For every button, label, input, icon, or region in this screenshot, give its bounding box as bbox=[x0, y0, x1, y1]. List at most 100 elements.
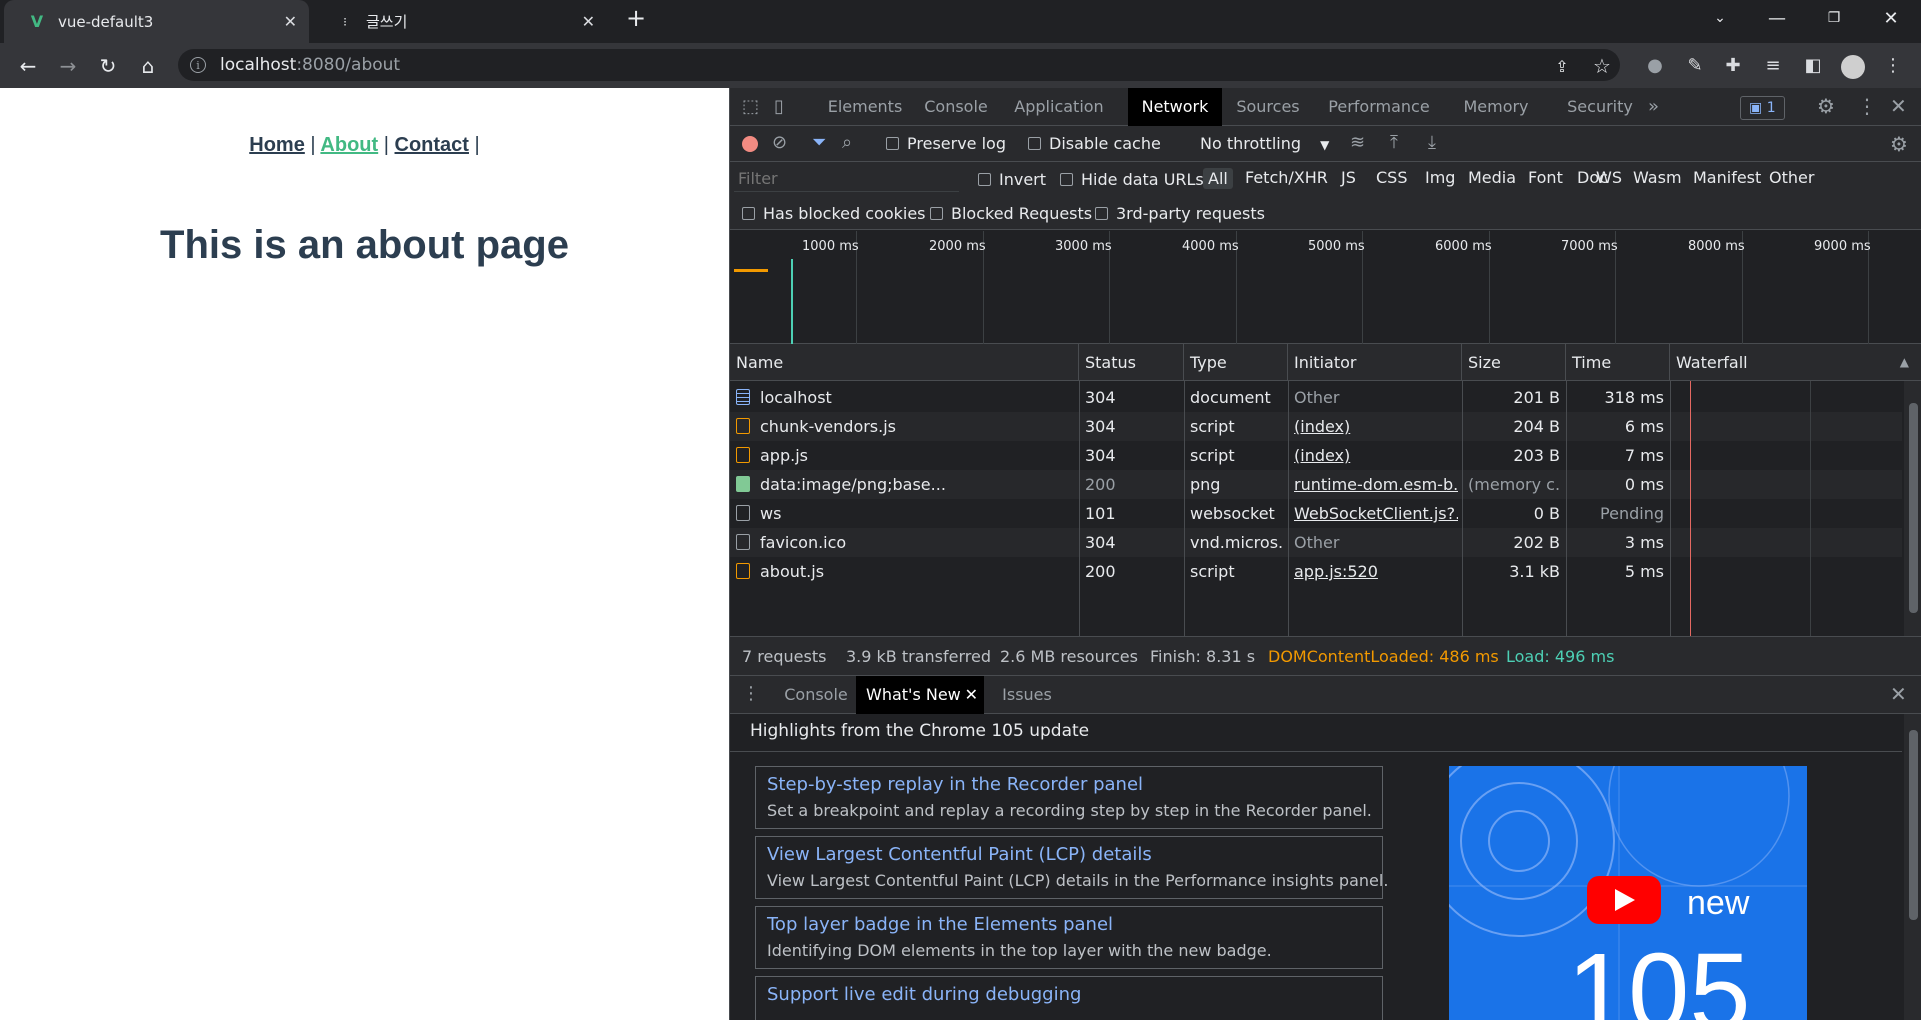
cell-initiator[interactable]: Other bbox=[1294, 383, 1458, 412]
close-tab-icon[interactable]: ✕ bbox=[284, 12, 297, 31]
type-filter-manifest[interactable]: Manifest bbox=[1693, 168, 1761, 187]
extension-icon[interactable]: ● bbox=[1642, 55, 1668, 76]
media-control-icon[interactable]: ≡ bbox=[1760, 55, 1786, 76]
tab-security[interactable]: Security bbox=[1548, 88, 1652, 126]
type-filter-css[interactable]: CSS bbox=[1376, 168, 1407, 187]
cell-initiator[interactable]: Other bbox=[1294, 528, 1458, 557]
table-row[interactable]: chunk-vendors.js 304 script (index) 204 B 6 m… bbox=[730, 412, 1902, 441]
col-header-status[interactable]: Status bbox=[1079, 344, 1184, 381]
drawer-menu-icon[interactable]: ⋮ bbox=[742, 683, 760, 704]
tab-network[interactable]: Network bbox=[1128, 88, 1222, 126]
table-row[interactable]: about.js 200 script app.js:520 3.1 kB 5 ms bbox=[730, 557, 1902, 586]
network-overview-timeline[interactable]: 1000 ms 2000 ms 3000 ms 4000 ms 5000 ms … bbox=[730, 231, 1921, 344]
reload-button[interactable]: ↻ bbox=[94, 52, 122, 80]
nav-home-link[interactable]: Home bbox=[249, 134, 305, 156]
col-header-size[interactable]: Size bbox=[1462, 344, 1566, 381]
drawer-tab-console[interactable]: Console bbox=[770, 676, 862, 714]
col-header-type[interactable]: Type bbox=[1184, 344, 1288, 381]
clear-icon[interactable]: ⊘ bbox=[772, 132, 787, 153]
issues-badge[interactable]: ▣ 1 bbox=[1740, 96, 1785, 120]
type-filter-font[interactable]: Font bbox=[1528, 168, 1563, 187]
tab-sources[interactable]: Sources bbox=[1222, 88, 1314, 126]
network-conditions-icon[interactable]: ≋ bbox=[1350, 132, 1365, 153]
omnibox[interactable]: i localhost:8080/about bbox=[178, 49, 1620, 81]
record-icon[interactable] bbox=[742, 136, 758, 152]
device-toolbar-icon[interactable]: ▯ bbox=[774, 96, 784, 117]
profile-avatar[interactable] bbox=[1840, 55, 1866, 84]
tab-performance[interactable]: Performance bbox=[1314, 88, 1444, 126]
throttling-select[interactable]: No throttling ▼ bbox=[1200, 134, 1329, 153]
devtools-menu-icon[interactable]: ⋮ bbox=[1857, 94, 1877, 118]
tab-elements[interactable]: Elements bbox=[818, 88, 912, 126]
back-button[interactable]: ← bbox=[14, 52, 42, 80]
third-party-requests-checkbox[interactable]: 3rd-party requests bbox=[1095, 204, 1265, 223]
tab-application[interactable]: Application bbox=[1000, 88, 1118, 126]
minimize-button[interactable]: — bbox=[1757, 8, 1797, 29]
forward-button[interactable]: → bbox=[54, 52, 82, 80]
side-panel-icon[interactable]: ◧ bbox=[1800, 55, 1826, 76]
feature-card-title[interactable]: Step-by-step replay in the Recorder pane… bbox=[767, 774, 1143, 795]
table-row[interactable]: ws 101 websocket WebSocketClient.js?... 0 B P… bbox=[730, 499, 1902, 528]
disable-cache-checkbox[interactable]: Disable cache bbox=[1028, 134, 1161, 153]
table-row[interactable]: favicon.ico 304 vnd.micros... Other 202 B 3 m… bbox=[730, 528, 1902, 557]
table-scrollbar[interactable] bbox=[1904, 381, 1921, 636]
settings-gear-icon[interactable]: ⚙ bbox=[1817, 94, 1835, 118]
extensions-puzzle-icon[interactable]: ✚ bbox=[1720, 55, 1746, 76]
cell-initiator[interactable]: (index) bbox=[1294, 412, 1458, 441]
feature-card-title[interactable]: View Largest Contentful Paint (LCP) deta… bbox=[767, 844, 1152, 865]
drawer-scrollbar[interactable] bbox=[1904, 714, 1921, 1020]
cell-initiator[interactable]: WebSocketClient.js?... bbox=[1294, 499, 1458, 528]
cell-initiator[interactable]: app.js:520 bbox=[1294, 557, 1458, 586]
more-tabs-icon[interactable]: » bbox=[1648, 96, 1659, 117]
cell-initiator[interactable]: runtime-dom.esm-b... bbox=[1294, 470, 1458, 499]
chrome-105-video-thumbnail[interactable]: new 105 bbox=[1449, 766, 1807, 1020]
type-filter-ws-visible[interactable]: WS bbox=[1596, 168, 1622, 187]
feature-card[interactable]: View Largest Contentful Paint (LCP) deta… bbox=[755, 836, 1388, 899]
cell-initiator[interactable]: (index) bbox=[1294, 441, 1458, 470]
table-row[interactable]: app.js 304 script (index) 203 B 7 ms bbox=[730, 441, 1902, 470]
type-filter-js[interactable]: JS bbox=[1341, 168, 1356, 187]
col-header-initiator[interactable]: Initiator bbox=[1288, 344, 1462, 381]
type-filter-img[interactable]: Img bbox=[1425, 168, 1455, 187]
feature-card-title[interactable]: Top layer badge in the Elements panel bbox=[767, 914, 1113, 935]
tab-search-chevron-icon[interactable]: ⌄ bbox=[1700, 10, 1740, 26]
inspect-element-icon[interactable]: ⬚ bbox=[742, 96, 759, 117]
network-settings-gear-icon[interactable]: ⚙ bbox=[1890, 132, 1908, 156]
type-filter-other[interactable]: Other bbox=[1769, 168, 1814, 187]
feature-card[interactable]: Top layer badge in the Elements panel Id… bbox=[755, 906, 1383, 969]
bookmark-star-icon[interactable]: ☆ bbox=[1588, 52, 1616, 80]
filter-input[interactable] bbox=[734, 166, 959, 192]
export-har-icon[interactable]: ⤓ bbox=[1428, 132, 1436, 153]
tab-console[interactable]: Console bbox=[912, 88, 1000, 126]
browser-tab-active[interactable]: V vue-default3 ✕ bbox=[4, 0, 309, 43]
close-whats-new-icon[interactable]: ✕ bbox=[965, 676, 978, 714]
drawer-tab-issues[interactable]: Issues bbox=[984, 676, 1070, 714]
home-button[interactable]: ⌂ bbox=[134, 52, 162, 80]
restore-button[interactable]: ❐ bbox=[1814, 10, 1854, 26]
type-filter-media[interactable]: Media bbox=[1468, 168, 1516, 187]
col-header-waterfall[interactable]: Waterfall ▲ bbox=[1670, 344, 1921, 381]
nav-about-link[interactable]: About bbox=[320, 134, 378, 156]
type-filter-fetch-xhr[interactable]: Fetch/XHR bbox=[1245, 168, 1328, 187]
url-text[interactable]: localhost:8080/about bbox=[220, 55, 400, 75]
tab-memory[interactable]: Memory bbox=[1444, 88, 1548, 126]
feature-card[interactable]: Step-by-step replay in the Recorder pane… bbox=[755, 766, 1383, 829]
col-header-time[interactable]: Time bbox=[1566, 344, 1670, 381]
search-icon[interactable]: ⌕ bbox=[842, 132, 852, 153]
table-row[interactable]: localhost 304 document Other 201 B 318 ms bbox=[730, 383, 1902, 412]
nav-contact-link[interactable]: Contact bbox=[395, 134, 469, 156]
has-blocked-cookies-checkbox[interactable]: Has blocked cookies bbox=[742, 204, 926, 223]
type-filter-wasm[interactable]: Wasm bbox=[1633, 168, 1682, 187]
blocked-requests-checkbox[interactable]: Blocked Requests bbox=[930, 204, 1092, 223]
window-close-button[interactable]: ✕ bbox=[1871, 8, 1911, 29]
extension-pen-icon[interactable]: ✎ bbox=[1682, 55, 1708, 76]
preserve-log-checkbox[interactable]: Preserve log bbox=[886, 134, 1006, 153]
close-tab-icon[interactable]: ✕ bbox=[582, 12, 595, 31]
site-info-icon[interactable]: i bbox=[190, 57, 206, 73]
type-filter-all[interactable]: All bbox=[1203, 168, 1233, 189]
feature-card[interactable]: Support live edit during debugging bbox=[755, 976, 1383, 1020]
filter-funnel-icon[interactable]: ⏷ bbox=[812, 132, 826, 153]
invert-checkbox[interactable]: Invert bbox=[978, 170, 1046, 189]
new-tab-button[interactable]: + bbox=[616, 4, 656, 32]
close-devtools-icon[interactable]: ✕ bbox=[1890, 94, 1907, 118]
